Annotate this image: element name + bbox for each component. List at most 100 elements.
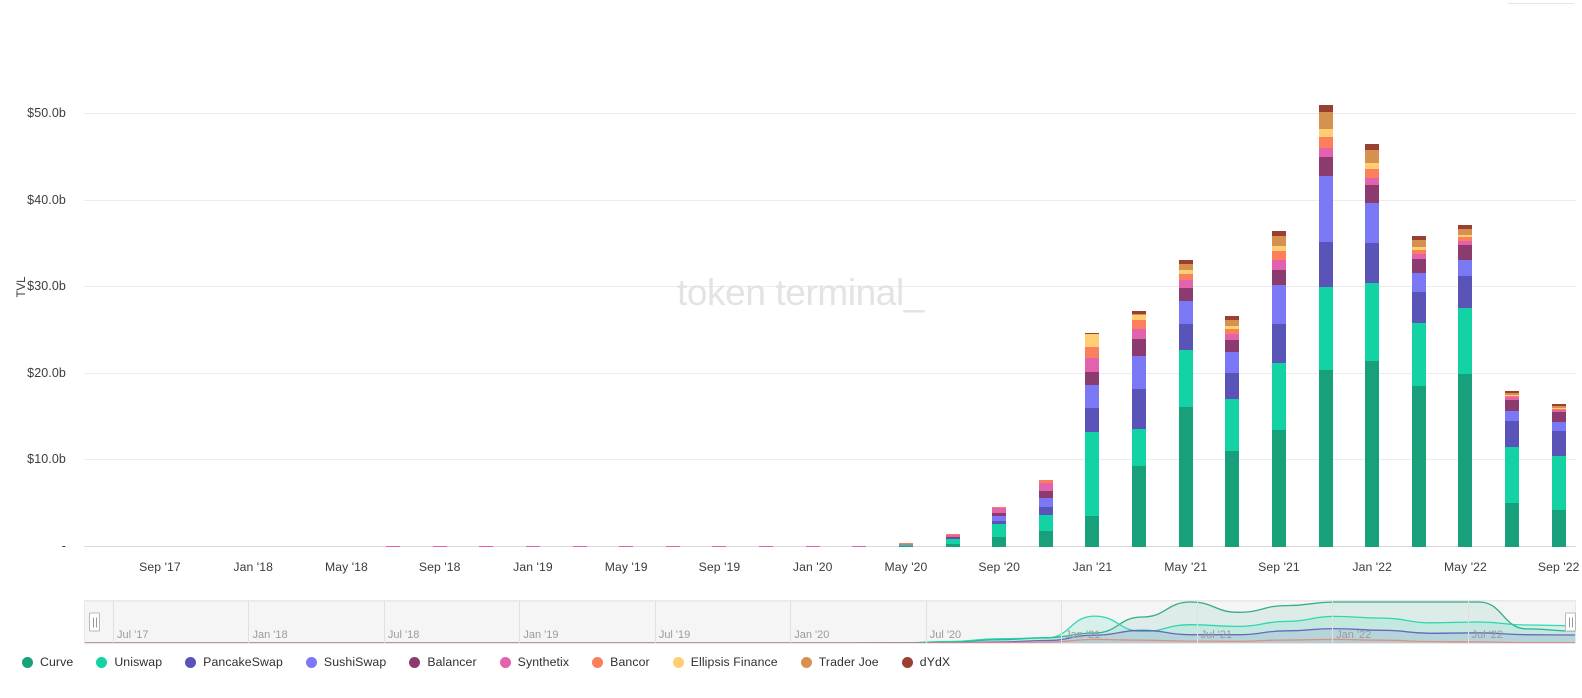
navigator-left-handle[interactable] [89, 613, 100, 632]
navigator-tick-label: Jul '17 [113, 629, 148, 641]
bar-segment [1179, 301, 1193, 324]
bar-column[interactable] [946, 111, 960, 547]
navigator-right-handle[interactable] [1565, 613, 1576, 632]
legend-swatch-icon [673, 657, 684, 668]
bar-column[interactable] [1039, 111, 1053, 547]
bar-column[interactable] [573, 111, 587, 547]
bar-column[interactable] [1272, 111, 1286, 547]
bar-segment [1272, 251, 1286, 261]
bar-column[interactable] [1505, 111, 1519, 547]
bar-segment [1365, 203, 1379, 243]
bar-segment [1412, 240, 1426, 247]
bar-column[interactable] [1085, 111, 1099, 547]
bar-segment [1272, 430, 1286, 547]
x-axis-tick-label: Sep '22 [1538, 560, 1580, 574]
bar-segment [1085, 385, 1099, 408]
plot-area[interactable] [84, 110, 1576, 547]
bar-column[interactable] [153, 111, 167, 547]
legend-label: Bancor [610, 655, 650, 669]
legend-swatch-icon [801, 657, 812, 668]
bar-column[interactable] [293, 111, 307, 547]
bar-segment [1552, 412, 1566, 422]
bar-column[interactable] [1552, 111, 1566, 547]
bar-column[interactable] [1179, 111, 1193, 547]
bar-segment [1179, 324, 1193, 350]
bar-column[interactable] [1225, 111, 1239, 547]
bar-column[interactable] [1458, 111, 1472, 547]
bar-column[interactable] [1412, 111, 1426, 547]
bar-column[interactable] [852, 111, 866, 547]
bar-segment [1505, 400, 1519, 411]
bar-segment [1039, 498, 1053, 508]
bar-segment [1365, 185, 1379, 203]
bar-segment [1179, 350, 1193, 407]
bar-segment [1225, 340, 1239, 352]
bar-segment [1458, 374, 1472, 547]
legend-item-balancer[interactable]: Balancer [409, 655, 476, 669]
x-axis-tick-label: May '22 [1444, 560, 1487, 574]
bar-segment [1365, 150, 1379, 163]
bar-column[interactable] [992, 111, 1006, 547]
legend-label: Curve [40, 655, 73, 669]
bar-segment [1552, 422, 1566, 431]
bar-segment [1132, 429, 1146, 465]
bar-column[interactable] [479, 111, 493, 547]
bar-column[interactable] [712, 111, 726, 547]
x-axis-tick-label: May '20 [884, 560, 927, 574]
navigator-tick-label: Jan '22 [1332, 629, 1371, 641]
bar-column[interactable] [806, 111, 820, 547]
bar-column[interactable] [246, 111, 260, 547]
bar-column[interactable] [899, 111, 913, 547]
x-axis-tick-label: Sep '20 [978, 560, 1020, 574]
y-axis-tick-label: - [0, 539, 66, 553]
bar-column[interactable] [1319, 111, 1333, 547]
bar-segment [1132, 389, 1146, 429]
bar-column[interactable] [619, 111, 633, 547]
legend-label: dYdX [920, 655, 950, 669]
legend-swatch-icon [22, 657, 33, 668]
bar-segment [1505, 447, 1519, 503]
legend-item-bancor[interactable]: Bancor [592, 655, 650, 669]
legend-item-trader-joe[interactable]: Trader Joe [801, 655, 879, 669]
legend-item-sushiswap[interactable]: SushiSwap [306, 655, 386, 669]
bar-segment [1179, 280, 1193, 288]
bar-column[interactable] [386, 111, 400, 547]
legend-swatch-icon [185, 657, 196, 668]
x-axis-tick-label: May '19 [605, 560, 648, 574]
x-axis-tick-label: Sep '19 [699, 560, 741, 574]
bar-column[interactable] [526, 111, 540, 547]
bar-segment [1319, 287, 1333, 370]
range-navigator[interactable]: Jul '17Jan '18Jul '18Jan '19Jul '19Jan '… [84, 600, 1576, 644]
x-axis-tick-label: May '18 [325, 560, 368, 574]
legend-item-dydx[interactable]: dYdX [902, 655, 950, 669]
bar-segment [806, 546, 820, 547]
legend-item-ellipsis-finance[interactable]: Ellipsis Finance [673, 655, 778, 669]
legend-item-curve[interactable]: Curve [22, 655, 73, 669]
bar-segment [1319, 112, 1333, 128]
legend-item-synthetix[interactable]: Synthetix [500, 655, 569, 669]
x-axis-tick-label: Jan '18 [233, 560, 273, 574]
bar-segment [1319, 129, 1333, 137]
bar-segment [1132, 339, 1146, 355]
bar-column[interactable] [666, 111, 680, 547]
bar-column[interactable] [1132, 111, 1146, 547]
bar-segment [1039, 515, 1053, 531]
bar-segment [573, 546, 587, 547]
bar-segment [1179, 288, 1193, 301]
bar-column[interactable] [200, 111, 214, 547]
legend-item-pancakeswap[interactable]: PancakeSwap [185, 655, 283, 669]
bar-segment [666, 546, 680, 547]
bar-column[interactable] [759, 111, 773, 547]
bar-segment [1085, 516, 1099, 547]
legend-item-uniswap[interactable]: Uniswap [96, 655, 162, 669]
bar-column[interactable] [106, 111, 120, 547]
bar-column[interactable] [339, 111, 353, 547]
x-axis-tick-label: Sep '18 [419, 560, 461, 574]
bar-segment [1505, 411, 1519, 421]
bar-segment [992, 524, 1006, 537]
bar-segment [1039, 507, 1053, 515]
bar-column[interactable] [433, 111, 447, 547]
bar-column[interactable] [1365, 111, 1379, 547]
bar-segment [1412, 273, 1426, 293]
bar-segment [1552, 456, 1566, 510]
